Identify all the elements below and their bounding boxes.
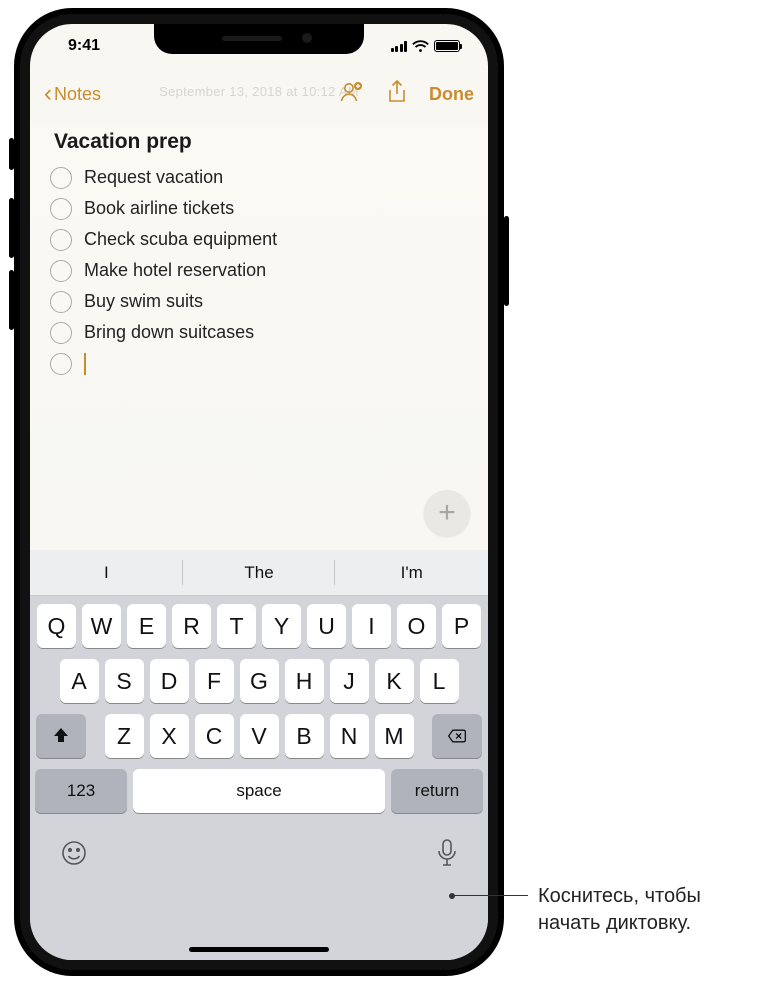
- keyboard: I The I'm Q W E R T Y U I O P: [30, 550, 488, 960]
- key-m[interactable]: M: [375, 714, 414, 758]
- screen: 9:41 September 13, 2018 at 10:12 AM ‹ No…: [30, 24, 488, 960]
- key-v[interactable]: V: [240, 714, 279, 758]
- cellular-icon: [391, 41, 408, 52]
- checklist-item[interactable]: Bring down suitcases: [50, 317, 468, 348]
- key-c[interactable]: C: [195, 714, 234, 758]
- checkbox-icon[interactable]: [50, 167, 72, 189]
- volume-down: [9, 270, 14, 330]
- checklist: Request vacation Book airline tickets Ch…: [50, 162, 468, 379]
- checkbox-icon[interactable]: [50, 322, 72, 344]
- chevron-left-icon: ‹: [44, 82, 52, 106]
- key-p[interactable]: P: [442, 604, 481, 648]
- key-123[interactable]: 123: [35, 769, 127, 813]
- checklist-text: Book airline tickets: [84, 198, 234, 219]
- add-button[interactable]: +: [424, 490, 470, 536]
- checklist-item[interactable]: Check scuba equipment: [50, 224, 468, 255]
- checklist-text: Request vacation: [84, 167, 223, 188]
- share-button[interactable]: [387, 80, 407, 109]
- battery-icon: [434, 40, 460, 52]
- note-content[interactable]: Vacation prep Request vacation Book airl…: [30, 126, 488, 550]
- key-a[interactable]: A: [60, 659, 99, 703]
- key-z[interactable]: Z: [105, 714, 144, 758]
- key-y[interactable]: Y: [262, 604, 301, 648]
- key-s[interactable]: S: [105, 659, 144, 703]
- key-shift[interactable]: [36, 714, 86, 758]
- key-k[interactable]: K: [375, 659, 414, 703]
- checklist-text: Make hotel reservation: [84, 260, 266, 281]
- key-e[interactable]: E: [127, 604, 166, 648]
- text-cursor: [84, 353, 86, 375]
- mute-switch: [9, 138, 14, 170]
- key-l[interactable]: L: [420, 659, 459, 703]
- key-h[interactable]: H: [285, 659, 324, 703]
- wifi-icon: [412, 40, 429, 53]
- key-t[interactable]: T: [217, 604, 256, 648]
- key-j[interactable]: J: [330, 659, 369, 703]
- checklist-text: Bring down suitcases: [84, 322, 254, 343]
- checklist-item[interactable]: Request vacation: [50, 162, 468, 193]
- microphone-icon: [436, 838, 458, 868]
- notch: [154, 24, 364, 54]
- emoji-button[interactable]: [60, 839, 88, 874]
- home-indicator[interactable]: [189, 947, 329, 952]
- checkbox-icon[interactable]: [50, 260, 72, 282]
- suggestion[interactable]: I'm: [335, 550, 488, 595]
- checkbox-icon[interactable]: [50, 229, 72, 251]
- add-person-icon: [339, 81, 365, 103]
- volume-up: [9, 198, 14, 258]
- key-i[interactable]: I: [352, 604, 391, 648]
- key-u[interactable]: U: [307, 604, 346, 648]
- checklist-item[interactable]: Buy swim suits: [50, 286, 468, 317]
- done-button[interactable]: Done: [429, 84, 474, 105]
- checklist-text: Buy swim suits: [84, 291, 203, 312]
- key-f[interactable]: F: [195, 659, 234, 703]
- callout-leader: [452, 895, 528, 896]
- share-icon: [387, 80, 407, 104]
- back-button[interactable]: ‹ Notes: [44, 82, 101, 106]
- key-return[interactable]: return: [391, 769, 483, 813]
- key-backspace[interactable]: [432, 714, 482, 758]
- key-w[interactable]: W: [82, 604, 121, 648]
- side-button: [504, 216, 509, 306]
- status-time: 9:41: [54, 37, 100, 55]
- checklist-text: Check scuba equipment: [84, 229, 277, 250]
- nav-bar: ‹ Notes: [30, 74, 488, 114]
- key-g[interactable]: G: [240, 659, 279, 703]
- add-person-button[interactable]: [339, 81, 365, 108]
- suggestion-bar: I The I'm: [30, 550, 488, 596]
- emoji-icon: [60, 839, 88, 867]
- backspace-icon: [447, 726, 467, 746]
- checkbox-icon[interactable]: [50, 291, 72, 313]
- callout: Коснитесь, чтобы начать диктовку.: [452, 895, 528, 896]
- key-space[interactable]: space: [133, 769, 385, 813]
- key-b[interactable]: B: [285, 714, 324, 758]
- note-title[interactable]: Vacation prep: [54, 130, 468, 154]
- key-q[interactable]: Q: [37, 604, 76, 648]
- callout-text: Коснитесь, чтобы начать диктовку.: [538, 883, 768, 937]
- key-d[interactable]: D: [150, 659, 189, 703]
- checklist-item-empty[interactable]: [50, 348, 468, 379]
- suggestion[interactable]: I: [30, 550, 183, 595]
- phone-frame: 9:41 September 13, 2018 at 10:12 AM ‹ No…: [14, 8, 504, 976]
- checklist-item[interactable]: Make hotel reservation: [50, 255, 468, 286]
- key-x[interactable]: X: [150, 714, 189, 758]
- plus-icon: +: [438, 496, 456, 530]
- back-label: Notes: [54, 84, 101, 105]
- checkbox-icon[interactable]: [50, 198, 72, 220]
- checkbox-icon[interactable]: [50, 353, 72, 375]
- suggestion[interactable]: The: [183, 550, 336, 595]
- shift-icon: [51, 726, 71, 746]
- key-n[interactable]: N: [330, 714, 369, 758]
- key-r[interactable]: R: [172, 604, 211, 648]
- checklist-item[interactable]: Book airline tickets: [50, 193, 468, 224]
- key-o[interactable]: O: [397, 604, 436, 648]
- dictation-button[interactable]: [436, 838, 458, 875]
